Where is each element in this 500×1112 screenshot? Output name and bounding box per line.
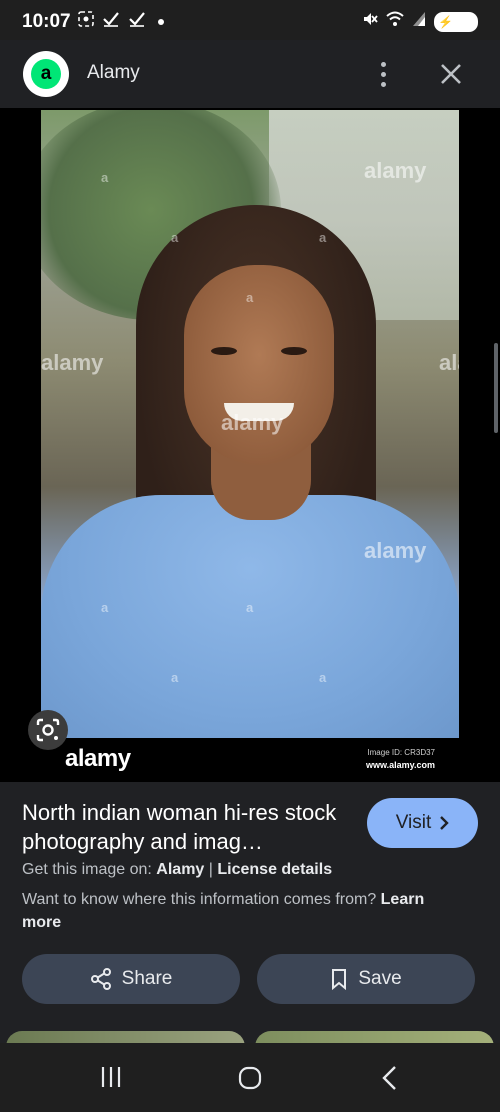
save-label: Save xyxy=(358,968,402,989)
wifi-icon xyxy=(386,11,405,32)
watermark: alamy xyxy=(439,350,459,375)
more-options-button[interactable] xyxy=(370,56,396,92)
status-notification-icons xyxy=(78,11,164,32)
mute-icon xyxy=(362,11,379,32)
lens-search-button[interactable] xyxy=(28,710,68,750)
image-id: Image ID: CR3D37 xyxy=(367,748,435,757)
photo-footer: alamy Image ID: CR3D37 www.alamy.com xyxy=(41,738,459,782)
more-dot xyxy=(380,71,386,77)
source-line: Get this image on: Alamy | License detai… xyxy=(22,861,332,879)
result-title[interactable]: North indian woman hi-res stock photogra… xyxy=(22,798,352,856)
source-separator: | xyxy=(204,861,218,878)
save-button[interactable]: Save xyxy=(257,954,475,1004)
alamy-logo: alamy xyxy=(65,745,131,772)
image-viewer[interactable]: alamy alamy alamy alamy alamy a a a a a … xyxy=(0,108,500,782)
lens-icon xyxy=(36,718,60,742)
photo-eye xyxy=(211,347,237,355)
photo-eye xyxy=(281,347,307,355)
more-dot xyxy=(380,61,386,67)
license-details-link[interactable]: License details xyxy=(217,861,332,878)
visit-button[interactable]: Visit xyxy=(367,798,478,848)
watermark-small: a xyxy=(101,600,109,615)
battery-icon: ⚡ 73 xyxy=(434,11,478,32)
question-text: Want to know where this information come… xyxy=(22,891,381,908)
result-info: North indian woman hi-res stock photogra… xyxy=(0,782,500,1032)
signal-icon xyxy=(412,11,426,32)
battery-level: 73 xyxy=(455,12,472,30)
home-button[interactable] xyxy=(238,1066,262,1090)
watermark: alamy xyxy=(41,350,104,375)
system-nav-bar xyxy=(0,1043,500,1112)
watermark-small: a xyxy=(246,290,254,305)
screenshot-icon xyxy=(78,11,94,32)
back-button[interactable] xyxy=(380,1065,400,1091)
share-label: Share xyxy=(121,968,173,989)
scrollbar[interactable] xyxy=(494,343,498,433)
check-icon xyxy=(128,11,146,32)
share-icon xyxy=(90,968,111,990)
image-url: www.alamy.com xyxy=(365,760,435,770)
check-icon xyxy=(102,11,120,32)
source-link[interactable]: Alamy xyxy=(156,861,204,878)
chevron-right-icon xyxy=(440,816,449,830)
watermark-small: a xyxy=(319,230,327,245)
visit-label: Visit xyxy=(395,812,432,833)
source-header: a Alamy xyxy=(0,40,500,108)
main-photo[interactable]: alamy alamy alamy alamy alamy a a a a a … xyxy=(41,110,459,738)
status-time: 10:07 xyxy=(22,11,71,32)
site-logo-letter: a xyxy=(31,59,61,89)
bookmark-icon xyxy=(332,969,347,990)
status-system-icons: ⚡ 73 xyxy=(362,11,478,32)
photo-shirt xyxy=(41,495,459,738)
source-prefix: Get this image on: xyxy=(22,861,157,878)
status-bar: 10:07 ⚡ 73 xyxy=(0,0,500,40)
watermark-small: a xyxy=(319,670,327,685)
watermark-small: a xyxy=(246,600,254,615)
back-icon xyxy=(382,1066,396,1090)
watermark: alamy xyxy=(364,538,427,563)
share-button[interactable]: Share xyxy=(22,954,240,1004)
home-icon xyxy=(238,1066,262,1090)
more-dot xyxy=(380,81,386,87)
close-button[interactable] xyxy=(435,58,467,90)
recent-apps-button[interactable] xyxy=(100,1067,122,1087)
watermark-small: a xyxy=(171,230,179,245)
close-icon xyxy=(441,64,461,84)
recent-apps-icon xyxy=(101,1067,121,1087)
watermark: alamy xyxy=(221,410,284,435)
site-logo[interactable]: a xyxy=(23,51,69,97)
watermark: alamy xyxy=(364,158,427,183)
watermark-small: a xyxy=(101,170,109,185)
site-name[interactable]: Alamy xyxy=(87,62,140,84)
dot-icon xyxy=(158,18,164,25)
info-question: Want to know where this information come… xyxy=(22,888,462,934)
watermark-small: a xyxy=(171,670,179,685)
